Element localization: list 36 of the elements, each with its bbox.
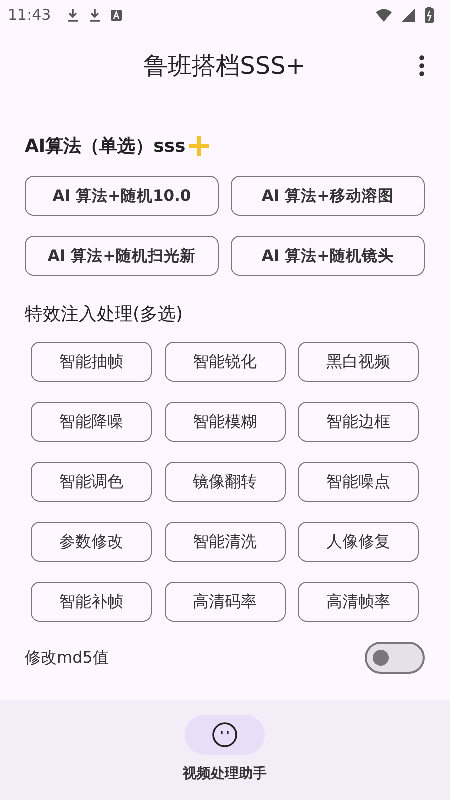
download-icon [67, 8, 80, 22]
section-title: 特效注入处理(多选) [25, 303, 184, 326]
algorithm-option[interactable]: AI 算法+随机镜头 [231, 236, 425, 276]
wifi-icon [376, 8, 392, 22]
switch-label: 修改md5值 [25, 648, 109, 668]
nav-label[interactable]: 视频处理助手 [183, 765, 267, 783]
battery-icon [425, 7, 434, 23]
effect-option[interactable]: 智能锐化 [164, 342, 286, 382]
effect-option[interactable]: 智能噪点 [298, 462, 419, 502]
effect-option[interactable]: 高清码率 [164, 582, 286, 622]
md5-switch[interactable] [365, 642, 425, 674]
app-notification-icon [111, 10, 122, 20]
effect-option[interactable]: 智能补帧 [31, 582, 152, 622]
effect-option[interactable]: 智能清洗 [164, 522, 286, 562]
download-icon [89, 8, 102, 22]
effect-option[interactable]: 黑白视频 [298, 342, 419, 382]
effect-option[interactable]: 智能降噪 [31, 402, 152, 442]
plus-icon [188, 135, 210, 157]
nav-icon-pill[interactable] [185, 715, 265, 755]
effect-option[interactable]: 人像修复 [298, 522, 419, 562]
signal-icon [402, 8, 415, 22]
effect-option[interactable]: 智能边框 [298, 402, 419, 442]
algorithm-option[interactable]: AI 算法+移动溶图 [231, 176, 425, 216]
more-icon[interactable] [419, 55, 425, 77]
effect-option[interactable]: 智能调色 [31, 462, 152, 502]
face-icon [212, 722, 238, 748]
algorithm-option[interactable]: AI 算法+随机扫光新 [25, 236, 219, 276]
section-title: AI算法（单选）sss [25, 135, 186, 158]
app-title: 鲁班搭档SSS+ [144, 51, 306, 82]
status-time: 11:43 [8, 6, 52, 24]
effect-option[interactable]: 参数修改 [31, 522, 152, 562]
effect-option[interactable]: 智能模糊 [164, 402, 286, 442]
effect-option[interactable]: 镜像翻转 [164, 462, 286, 502]
effect-option[interactable]: 高清帧率 [298, 582, 419, 622]
algorithm-option[interactable]: AI 算法+随机10.0 [25, 176, 219, 216]
effect-option[interactable]: 智能抽帧 [31, 342, 152, 382]
